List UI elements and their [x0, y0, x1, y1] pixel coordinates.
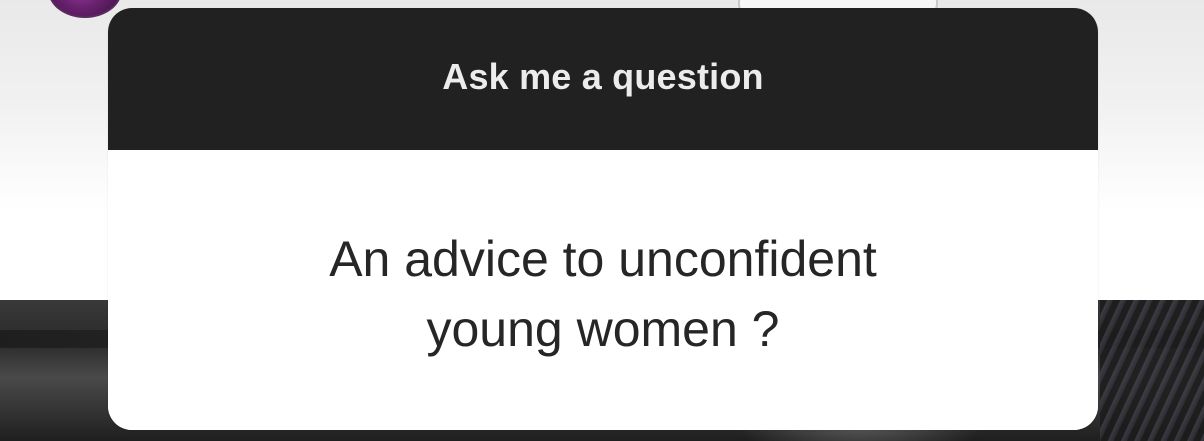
question-sticker-header: Ask me a question [108, 8, 1098, 150]
question-sticker-body: An advice to unconfident young women ? [108, 150, 1098, 430]
question-line-2: young women ? [426, 301, 780, 357]
question-prompt: Ask me a question [442, 56, 764, 97]
background-photo-strip [1100, 300, 1204, 441]
question-text: An advice to unconfident young women ? [108, 224, 1098, 364]
question-line-1: An advice to unconfident [329, 231, 877, 287]
question-sticker[interactable]: Ask me a question An advice to unconfide… [108, 8, 1098, 430]
